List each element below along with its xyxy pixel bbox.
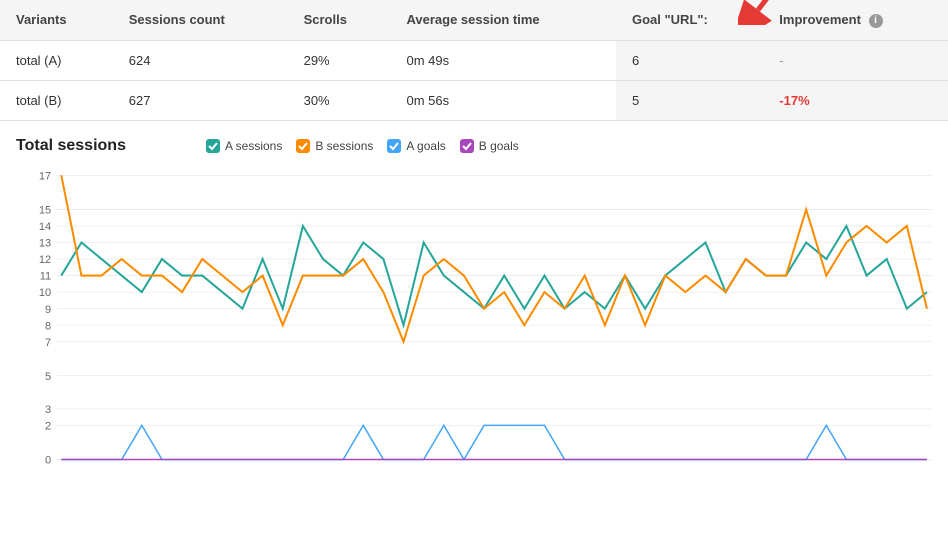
svg-text:2: 2 <box>45 420 51 432</box>
avg-time-b: 0m 56s <box>390 80 616 120</box>
svg-text:12: 12 <box>39 254 51 266</box>
svg-text:9: 9 <box>45 303 51 315</box>
legend-b-goals-checkbox <box>460 139 474 153</box>
chart-legend: A sessions B sessions A goals <box>206 139 519 153</box>
legend-b-sessions[interactable]: B sessions <box>296 139 373 153</box>
svg-text:17: 17 <box>39 170 51 182</box>
svg-text:0: 0 <box>45 454 51 466</box>
table-row: total (A) 624 29% 0m 49s 6 - <box>0 40 948 80</box>
legend-b-goals[interactable]: B goals <box>460 139 519 153</box>
legend-a-goals-label: A goals <box>406 139 445 153</box>
goal-a: 6 <box>616 40 763 80</box>
improvement-a: - <box>763 40 948 80</box>
chart-area: 0 2 3 5 7 8 9 10 11 12 13 14 15 17 <box>16 165 932 475</box>
table-row: total (B) 627 30% 0m 56s 5 -17% <box>0 80 948 120</box>
variant-a: total (A) <box>0 40 113 80</box>
sessions-b: 627 <box>113 80 288 120</box>
svg-text:5: 5 <box>45 370 51 382</box>
chart-svg: 0 2 3 5 7 8 9 10 11 12 13 14 15 17 <box>16 165 932 475</box>
improvement-dash: - <box>779 53 783 68</box>
svg-text:7: 7 <box>45 336 51 348</box>
svg-text:10: 10 <box>39 287 51 299</box>
scrolls-a: 29% <box>288 40 391 80</box>
variant-b: total (B) <box>0 80 113 120</box>
improvement-label: Improvement <box>779 12 861 27</box>
legend-b-sessions-label: B sessions <box>315 139 373 153</box>
chart-header: Total sessions A sessions B sessions <box>16 137 932 155</box>
legend-a-goals[interactable]: A goals <box>387 139 445 153</box>
svg-text:11: 11 <box>40 270 52 282</box>
improvement-negative: -17% <box>779 93 809 108</box>
legend-a-sessions-checkbox <box>206 139 220 153</box>
svg-text:13: 13 <box>39 237 51 249</box>
col-header-goal: Goal "URL": <box>616 0 763 40</box>
legend-a-sessions[interactable]: A sessions <box>206 139 282 153</box>
chart-title: Total sessions <box>16 137 126 155</box>
legend-a-goals-checkbox <box>387 139 401 153</box>
legend-a-sessions-label: A sessions <box>225 139 282 153</box>
info-icon[interactable]: i <box>869 14 883 28</box>
svg-text:14: 14 <box>39 221 51 233</box>
svg-text:3: 3 <box>45 403 51 415</box>
col-header-avg-time: Average session time <box>390 0 616 40</box>
legend-b-goals-label: B goals <box>479 139 519 153</box>
legend-b-sessions-checkbox <box>296 139 310 153</box>
svg-text:15: 15 <box>39 204 51 216</box>
scrolls-b: 30% <box>288 80 391 120</box>
sessions-a: 624 <box>113 40 288 80</box>
goal-b: 5 <box>616 80 763 120</box>
col-header-scrolls: Scrolls <box>288 0 391 40</box>
a-goals-line <box>61 425 927 459</box>
ab-test-table: Variants Sessions count Scrolls Average … <box>0 0 948 121</box>
col-header-improvement: Improvement i <box>763 0 948 40</box>
svg-text:8: 8 <box>45 320 51 332</box>
chart-section: Total sessions A sessions B sessions <box>0 121 948 475</box>
improvement-b: -17% <box>763 80 948 120</box>
avg-time-a: 0m 49s <box>390 40 616 80</box>
col-header-variants: Variants <box>0 0 113 40</box>
col-header-sessions: Sessions count <box>113 0 288 40</box>
